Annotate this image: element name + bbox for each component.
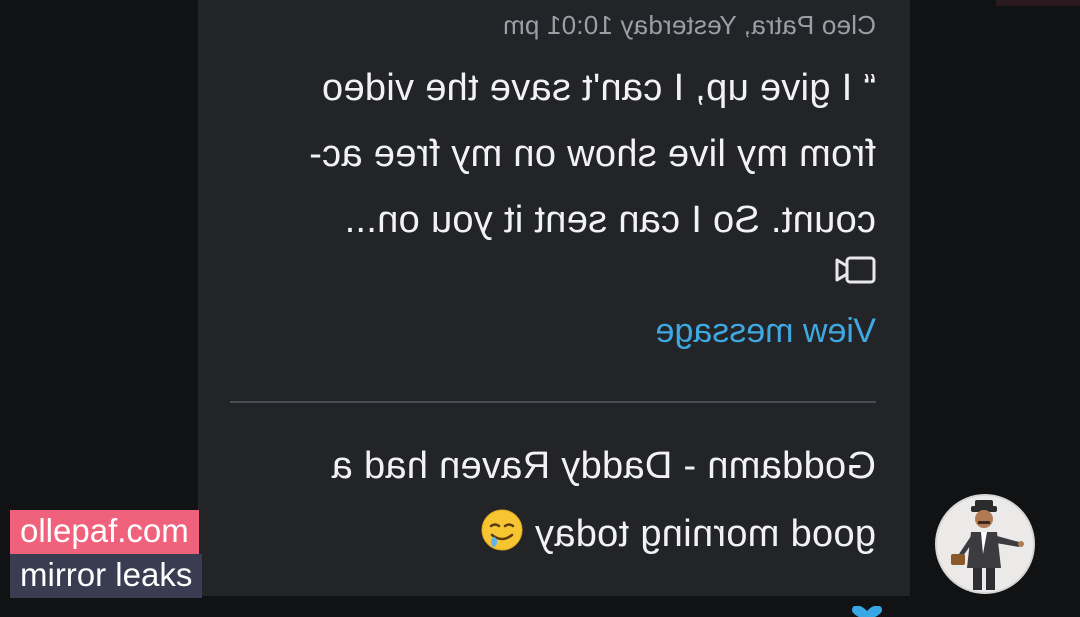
quoted-text-line: “ I give up, I can't save the video bbox=[321, 67, 876, 109]
person-illustration-icon bbox=[935, 496, 1033, 594]
quoted-meta: Cleo Patra, Yesterday 10:01 pm bbox=[502, 10, 876, 40]
watermark: ollepaf.com mirror leaks bbox=[10, 510, 203, 598]
reply-text: Goddamn - Daddy Raven had a good morning… bbox=[236, 432, 876, 568]
view-message-link[interactable]: View message bbox=[656, 312, 877, 351]
quoted-text-line: count. So I can sent it you on... bbox=[344, 199, 876, 241]
heart-reaction-icon[interactable] bbox=[850, 606, 884, 617]
divider bbox=[230, 401, 876, 403]
avatar[interactable] bbox=[935, 494, 1035, 594]
watermark-tagline: mirror leaks bbox=[10, 554, 203, 598]
reply-line: good morning today bbox=[534, 513, 876, 555]
drooling-face-emoji-icon bbox=[481, 509, 523, 551]
screen: Cleo Patra, Yesterday 10:01 pm “ I give … bbox=[0, 0, 1080, 617]
reply-line-with-emoji: good morning today bbox=[236, 500, 876, 568]
video-camera-icon bbox=[835, 256, 876, 284]
quoted-text-line: from my live show on my free ac- bbox=[308, 133, 876, 175]
watermark-site: ollepaf.com bbox=[10, 510, 199, 554]
top-edge-strip bbox=[996, 0, 1080, 6]
message-bubble[interactable]: Cleo Patra, Yesterday 10:01 pm “ I give … bbox=[198, 0, 910, 596]
quoted-text: “ I give up, I can't save the video from… bbox=[236, 55, 876, 253]
reply-line: Goddamn - Daddy Raven had a bbox=[331, 445, 876, 487]
quoted-message: Cleo Patra, Yesterday 10:01 pm “ I give … bbox=[236, 0, 876, 351]
